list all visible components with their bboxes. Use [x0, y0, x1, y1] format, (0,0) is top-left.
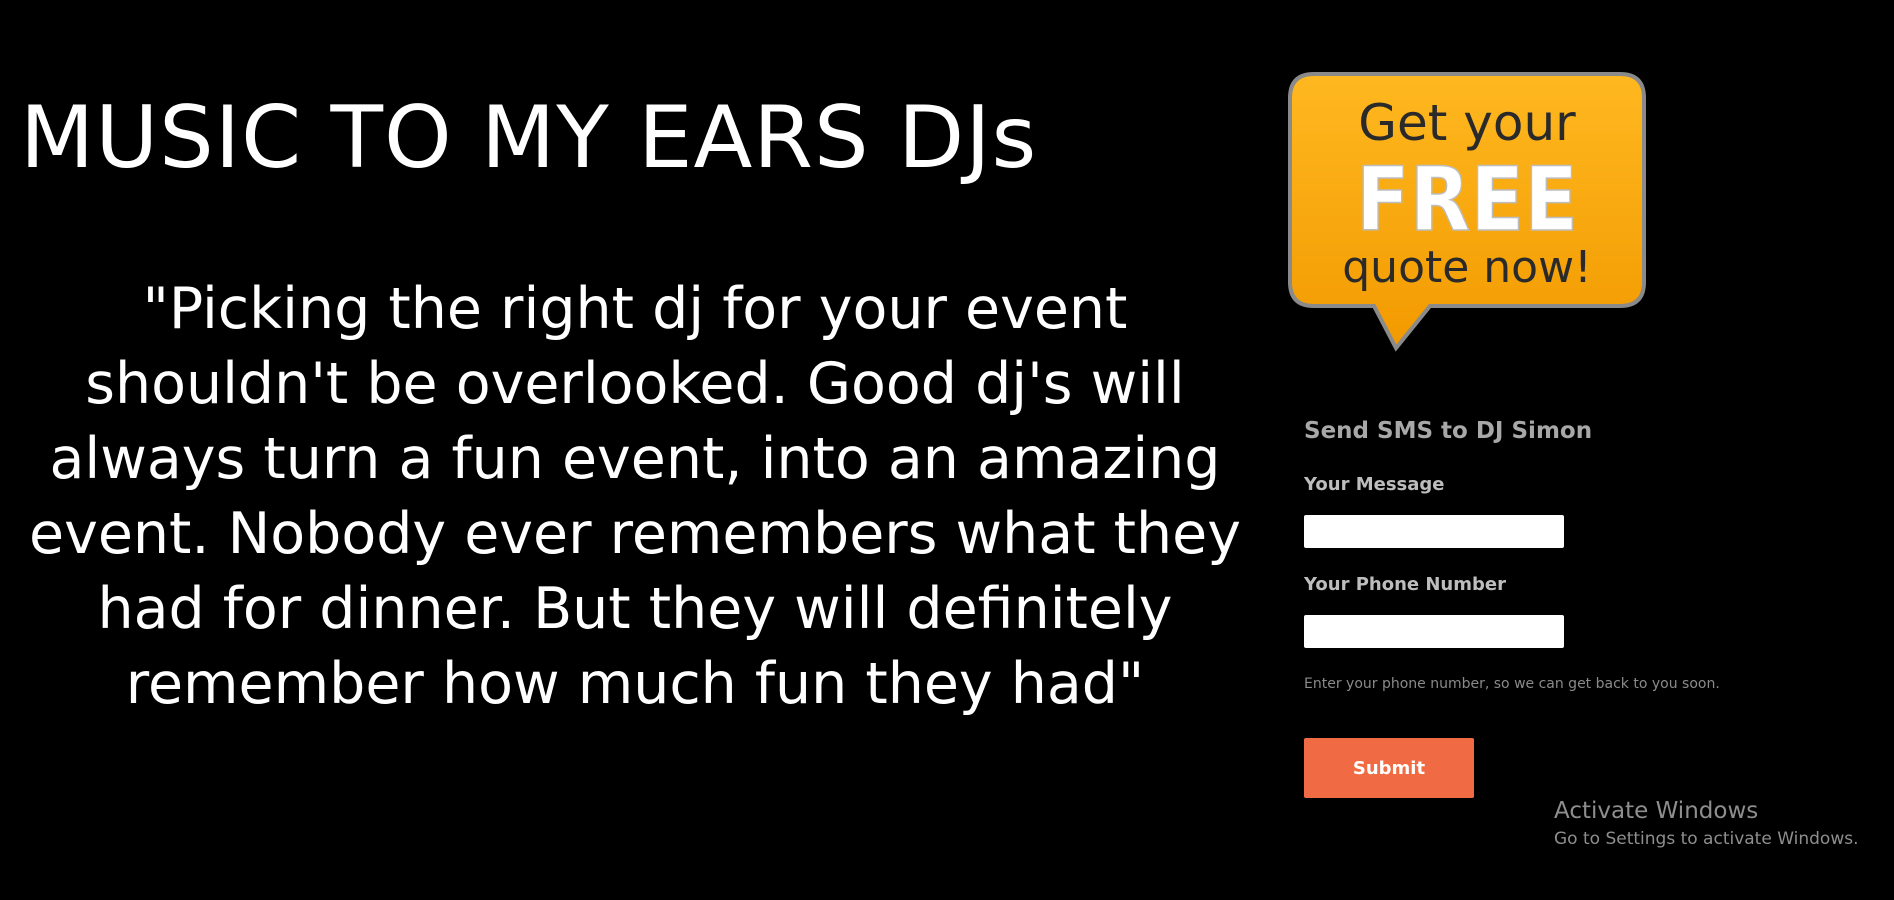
speech-bubble-graphic: Get your FREE quote now!	[1288, 72, 1646, 352]
site-title: MUSIC TO MY EARS DJs	[20, 88, 1038, 188]
phone-hint: Enter your phone number, so we can get b…	[1304, 676, 1720, 692]
form-heading: Send SMS to DJ Simon	[1304, 418, 1593, 444]
sms-form: Send SMS to DJ Simon Your Message Your P…	[1304, 414, 1764, 798]
testimonial-quote: "Picking the right dj for your event sho…	[29, 276, 1241, 717]
activate-windows-subtitle: Go to Settings to activate Windows.	[1554, 829, 1859, 849]
message-input[interactable]	[1304, 515, 1564, 548]
message-label: Your Message	[1304, 474, 1445, 495]
free-quote-banner[interactable]: Get your FREE quote now!	[1286, 70, 1648, 352]
promo-line-1: Get your	[1358, 94, 1576, 152]
promo-line-2: FREE	[1356, 148, 1578, 251]
phone-input[interactable]	[1304, 615, 1564, 648]
promo-line-3: quote now!	[1342, 242, 1591, 293]
activate-windows-watermark: Activate Windows Go to Settings to activ…	[1554, 796, 1859, 852]
submit-button[interactable]: Submit	[1304, 738, 1474, 798]
activate-windows-title: Activate Windows	[1554, 798, 1759, 824]
phone-label: Your Phone Number	[1304, 574, 1506, 595]
